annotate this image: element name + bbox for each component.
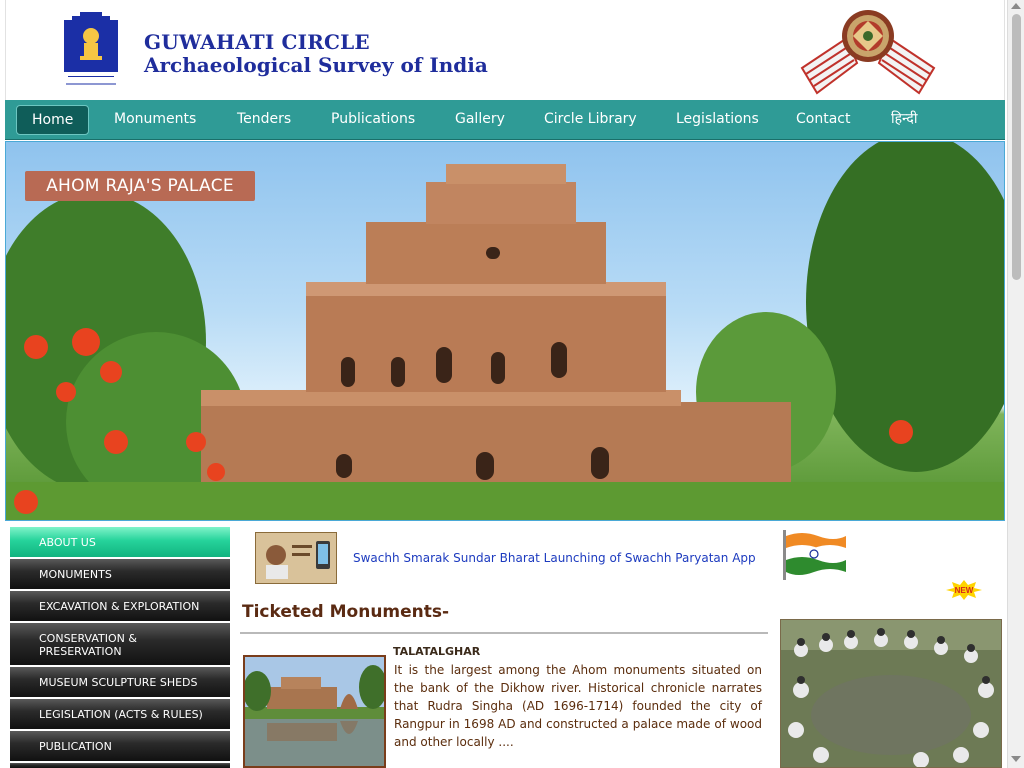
section-divider xyxy=(240,632,768,634)
site-header: GUWAHATI CIRCLE Archaeological Survey of… xyxy=(5,0,1005,100)
sidebar-item-label: PRESERVATION xyxy=(39,645,122,658)
nav-monuments[interactable]: Monuments xyxy=(114,105,196,133)
sidebar-item-excavation[interactable]: EXCAVATION & EXPLORATION xyxy=(10,591,230,621)
nav-hindi[interactable]: हिन्दी xyxy=(891,105,917,133)
sidebar-item-label: MUSEUM SCULPTURE SHEDS xyxy=(39,676,198,689)
sidebar-item-legislation[interactable]: LEGISLATION (ACTS & RULES) xyxy=(10,699,230,729)
nav-tenders[interactable]: Tenders xyxy=(237,105,291,133)
students-gathering-image xyxy=(781,620,1001,767)
sidebar-item-monuments[interactable]: MONUMENTS xyxy=(10,559,230,589)
sidebar-menu: ABOUT US MONUMENTS EXCAVATION & EXPLORAT… xyxy=(10,527,230,768)
site-title: GUWAHATI CIRCLE xyxy=(144,30,370,54)
vertical-scrollbar[interactable] xyxy=(1007,0,1024,768)
sidebar-item-label: CONSERVATION & xyxy=(39,632,137,645)
sidebar-item-partial[interactable] xyxy=(10,763,230,768)
news-thumbnail[interactable] xyxy=(255,532,337,584)
sidebar-item-about-us[interactable]: ABOUT US xyxy=(10,527,230,557)
indian-flag-icon xyxy=(783,530,846,580)
site-subtitle: Archaeological Survey of India xyxy=(144,53,488,77)
banner-caption: AHOM RAJA'S PALACE xyxy=(25,171,255,201)
nav-circle-library[interactable]: Circle Library xyxy=(544,105,637,133)
sidebar-item-label: ABOUT US xyxy=(39,536,96,549)
ticketed-monuments-heading: Ticketed Monuments- xyxy=(242,602,450,622)
sidebar-item-label: PUBLICATION xyxy=(39,740,112,753)
gamosa-japi-logo-icon xyxy=(800,10,936,95)
nav-publications[interactable]: Publications xyxy=(331,105,415,133)
monument-title[interactable]: TALATALGHAR xyxy=(393,645,480,658)
sidebar-item-museum-sculpture-sheds[interactable]: MUSEUM SCULPTURE SHEDS xyxy=(10,667,230,697)
sidebar-item-label: EXCAVATION & EXPLORATION xyxy=(39,600,200,613)
page: GUWAHATI CIRCLE Archaeological Survey of… xyxy=(0,0,1007,768)
swachh-app-image xyxy=(256,533,336,583)
students-photo[interactable] xyxy=(780,619,1002,768)
talatalghar-image xyxy=(245,657,384,766)
monument-description: It is the largest among the Ahom monumen… xyxy=(394,663,762,749)
news-strip: Swachh Smarak Sundar Bharat Launching of… xyxy=(255,532,775,586)
new-badge-icon: NEW xyxy=(946,580,982,600)
scrollbar-thumb[interactable] xyxy=(1012,14,1021,280)
national-emblem-icon xyxy=(64,12,118,85)
sidebar-item-publication[interactable]: PUBLICATION xyxy=(10,731,230,761)
hero-banner[interactable]: AHOM RAJA'S PALACE xyxy=(5,141,1005,521)
nav-home[interactable]: Home xyxy=(16,105,90,135)
sidebar-item-conservation[interactable]: CONSERVATION & PRESERVATION xyxy=(10,623,230,665)
nav-legislations[interactable]: Legislations xyxy=(676,105,759,133)
scroll-down-arrow-icon[interactable] xyxy=(1011,756,1021,762)
new-badge-text: NEW xyxy=(955,586,974,595)
news-link[interactable]: Swachh Smarak Sundar Bharat Launching of… xyxy=(353,551,756,565)
sidebar-item-label: LEGISLATION (ACTS & RULES) xyxy=(39,708,203,721)
sidebar-item-label: MONUMENTS xyxy=(39,568,112,581)
monument-photo[interactable] xyxy=(243,655,386,768)
nav-gallery[interactable]: Gallery xyxy=(455,105,505,133)
main-nav: Home Monuments Tenders Publications Gall… xyxy=(5,100,1005,140)
scroll-up-arrow-icon[interactable] xyxy=(1011,3,1021,9)
nav-contact[interactable]: Contact xyxy=(796,105,850,133)
